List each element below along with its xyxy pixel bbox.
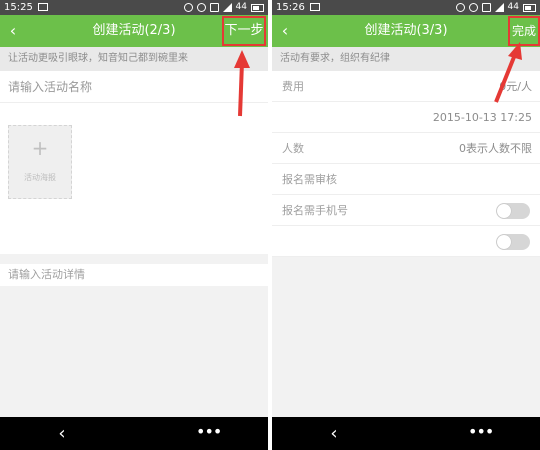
status-time: 15:25 [4, 2, 33, 13]
status-time: 15:26 [276, 2, 305, 13]
fee-label: 费用 [282, 80, 304, 93]
divider [0, 254, 268, 264]
extra-option-row [272, 226, 540, 257]
signal-icon [494, 3, 504, 12]
extra-option-toggle[interactable] [496, 234, 530, 250]
system-nav-bar: ‹ ••• [0, 417, 268, 450]
headcount-value: 0表示人数不限 [459, 142, 532, 155]
signal-icon [222, 3, 232, 12]
next-step-button[interactable]: 下一步 [222, 16, 266, 46]
review-required-label: 报名需审核 [282, 173, 337, 186]
image-notification-icon [310, 3, 320, 11]
wifi-icon [209, 3, 219, 12]
nav-back-icon[interactable]: ‹ [52, 417, 72, 450]
image-notification-icon [38, 3, 48, 11]
signal-label: 44 [235, 2, 247, 12]
alarm-icon [468, 3, 478, 12]
poster-upload-button[interactable]: + 活动海报 [8, 125, 72, 199]
nav-back-icon[interactable]: ‹ [324, 417, 344, 450]
screen-create-activity-step3: 15:26 44 ‹ 创建活动(3/3) 完成 活动有要求，组织有纪律 费用 0… [272, 0, 540, 450]
red-arrow-annotation-right [494, 42, 522, 103]
status-bar: 15:26 44 [272, 0, 540, 15]
title-bar: ‹ 创建活动(2/3) 下一步 [0, 15, 268, 47]
status-icons: 44 [183, 0, 264, 15]
mute-icon [183, 3, 193, 12]
review-required-row[interactable]: 报名需审核 [272, 164, 540, 195]
phone-required-toggle[interactable] [496, 203, 530, 219]
time-value: 2015-10-13 17:25 [432, 111, 532, 124]
headcount-label: 人数 [282, 142, 304, 155]
detail-block: 请输入活动详情 [0, 264, 268, 286]
status-bar: 15:25 44 [0, 0, 268, 15]
plus-icon: + [31, 136, 49, 160]
mute-icon [455, 3, 465, 12]
phone-required-label: 报名需手机号 [282, 204, 348, 217]
screen-create-activity-step2: 15:25 44 ‹ 创建活动(2/3) 下一步 让活动更吸引眼球，知音知己都到… [0, 0, 268, 450]
alarm-icon [196, 3, 206, 12]
headcount-row[interactable]: 人数 0表示人数不限 [272, 133, 540, 164]
phone-required-row: 报名需手机号 [272, 195, 540, 226]
time-row[interactable]: 2015-10-13 17:25 [272, 102, 540, 133]
notification-icons [34, 0, 48, 15]
notification-icons [306, 0, 320, 15]
red-arrow-annotation-left [234, 50, 250, 117]
poster-upload-label: 活动海报 [24, 173, 56, 182]
wifi-icon [481, 3, 491, 12]
nav-more-icon[interactable]: ••• [196, 417, 222, 450]
poster-upload-area: + 活动海报 [0, 103, 268, 213]
nav-more-icon[interactable]: ••• [468, 417, 494, 450]
signal-label: 44 [507, 2, 519, 12]
activity-detail-input[interactable]: 请输入活动详情 [0, 264, 268, 286]
battery-icon [523, 3, 536, 12]
system-nav-bar: ‹ ••• [272, 417, 540, 450]
status-icons: 44 [455, 0, 536, 15]
battery-icon [251, 3, 264, 12]
